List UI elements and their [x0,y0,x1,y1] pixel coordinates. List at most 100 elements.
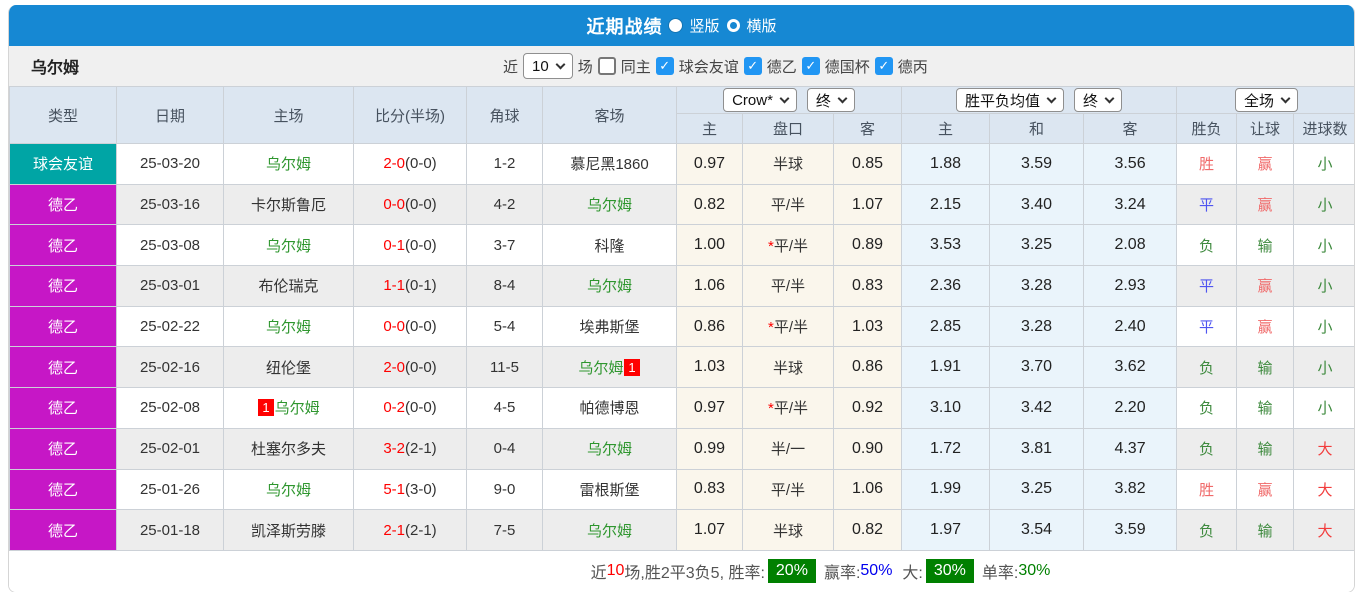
sub-header-handicap-result: 让球 [1236,113,1295,144]
fulltime-score: 5-1 [383,480,405,498]
matches-label: 场 [577,58,593,76]
col-header-date: 日期 [116,86,224,144]
goals-result: 大 [1317,481,1333,499]
match-date-cell: 25-01-26 [116,468,224,511]
competition-badge-cell: 德乙 [9,387,117,429]
goals-result-cell: 小 [1293,224,1354,267]
away-team-cell: 雷根斯堡 [542,468,677,511]
odds-time-select[interactable]: 终 [806,88,855,112]
handicap-value: 平/半 [770,481,806,499]
handicap-result: 赢 [1257,156,1273,174]
goals-result-cell: 小 [1293,143,1354,185]
wdl-result: 平 [1199,278,1215,296]
away-team-cell: 慕尼黑1860 [542,143,677,185]
vertical-radio-icon[interactable] [669,19,683,32]
horizontal-layout-option[interactable]: 横版 [747,15,777,36]
home-odds-cell: 1.07 [676,509,743,551]
same-home-checkbox[interactable] [597,57,616,75]
same-home-label[interactable]: 同主 [621,56,651,77]
handicap-cell: *平/半 [742,224,834,267]
summary-recent-label: 近 [590,565,607,583]
sub-header-avg-away: 客 [1083,113,1178,144]
match-date-cell: 25-02-01 [116,427,224,470]
away-odds-cell: 0.83 [832,265,903,307]
sub-header-handicap: 盘口 [742,113,834,144]
avg-draw-cell: 3.25 [989,224,1085,267]
wdl-result-cell: 负 [1176,387,1238,429]
big-rate-badge: 30% [925,559,974,584]
handicap-result-cell: 输 [1236,224,1295,267]
filter-bar: 乌尔姆 近 10 场 同主 球会友谊 德乙 德国杯 德丙 [9,46,1354,86]
handicap-result: 赢 [1257,481,1273,499]
home-team: 乌尔姆 [265,319,311,337]
handicap-result-cell: 赢 [1236,265,1295,307]
competition-badge-cell: 德乙 [9,265,117,307]
handicap-cell: 半球 [742,509,834,551]
avg-away-cell: 2.93 [1083,265,1178,307]
avg-away-cell: 2.08 [1083,224,1178,267]
match-count-value: 10 [532,57,549,75]
match-count-select[interactable]: 10 [523,53,573,79]
avg-type-select[interactable]: 胜平负均值 [956,88,1065,112]
halftime-score: (2-1) [405,521,437,539]
table-row: 德乙 25-02-16 纽伦堡 2-0(0-0) 11-5 乌尔姆 1 1.03 … [9,346,1354,389]
scope-select[interactable]: 全场 [1235,88,1299,112]
table-row: 德乙 25-02-01 杜塞尔多夫 3-2(2-1) 0-4 乌尔姆 0.99 … [9,427,1354,470]
wdl-result: 平 [1199,197,1215,215]
match-date-cell: 25-03-01 [116,265,224,307]
handicap-cell: 半/一 [742,427,834,470]
wdl-result-cell: 负 [1176,509,1238,551]
away-badge-after: 1 [624,358,640,376]
vertical-layout-option[interactable]: 竖版 [689,15,719,36]
home-odds-cell: 1.06 [676,265,743,307]
wdl-result: 胜 [1199,481,1215,499]
table-row: 德乙 25-01-26 乌尔姆 5-1(3-0) 9-0 雷根斯堡 0.83 平… [9,468,1354,511]
avg-away-cell: 3.24 [1083,183,1178,226]
handicap-cell: 平/半 [742,265,834,307]
odds-company-select[interactable]: Crow* [723,88,797,112]
handicap-cell: 半球 [742,143,834,185]
match-date-cell: 25-02-16 [116,346,224,389]
goals-result: 小 [1317,156,1333,174]
bundesliga2-label[interactable]: 德乙 [767,56,797,77]
dfb-pokal-label[interactable]: 德国杯 [825,56,870,77]
avg-draw-cell: 3.81 [989,427,1085,470]
fulltime-score: 0-2 [383,399,405,417]
match-date-cell: 25-03-16 [116,183,224,226]
friendly-label[interactable]: 球会友谊 [679,56,739,77]
match-date-cell: 25-02-08 [116,387,224,429]
goals-result-cell: 小 [1293,265,1354,307]
goals-result-cell: 小 [1293,305,1354,348]
goals-result: 大 [1317,441,1333,459]
wdl-result-cell: 负 [1176,346,1238,389]
liga3-checkbox[interactable] [874,57,893,75]
handicap-result: 输 [1257,237,1273,255]
liga3-label[interactable]: 德丙 [898,56,928,77]
home-team-cell: 乌尔姆 [223,224,354,267]
competition-badge-cell: 德乙 [9,427,117,470]
score-cell: 1-1(0-1) [353,265,467,307]
chevron-down-icon [1104,93,1115,103]
wdl-result-cell: 胜 [1176,143,1238,185]
friendly-checkbox[interactable] [655,57,674,75]
dfb-pokal-checkbox[interactable] [801,57,820,75]
away-team-cell: 帕德博恩 [542,387,677,429]
handicap-result-cell: 赢 [1236,183,1295,226]
handicap-result: 输 [1257,400,1273,418]
score-cell: 0-2(0-0) [353,387,467,429]
halftime-score: (2-1) [405,440,437,458]
goals-result: 小 [1317,237,1333,255]
away-team-cell: 乌尔姆 [542,183,677,226]
avg-time-select[interactable]: 终 [1074,88,1123,112]
goals-result: 小 [1317,197,1333,215]
home-team: 乌尔姆 [265,156,311,174]
handicap-value: 平/半 [773,400,808,418]
handicap-result: 输 [1257,441,1273,459]
score-cell: 2-1(2-1) [353,509,467,551]
horizontal-radio-icon[interactable] [726,19,740,32]
away-team: 科隆 [594,237,625,255]
away-team: 慕尼黑1860 [570,156,649,174]
bundesliga2-checkbox[interactable] [743,57,762,75]
wdl-result-cell: 负 [1176,427,1238,470]
goals-result: 小 [1317,359,1333,377]
